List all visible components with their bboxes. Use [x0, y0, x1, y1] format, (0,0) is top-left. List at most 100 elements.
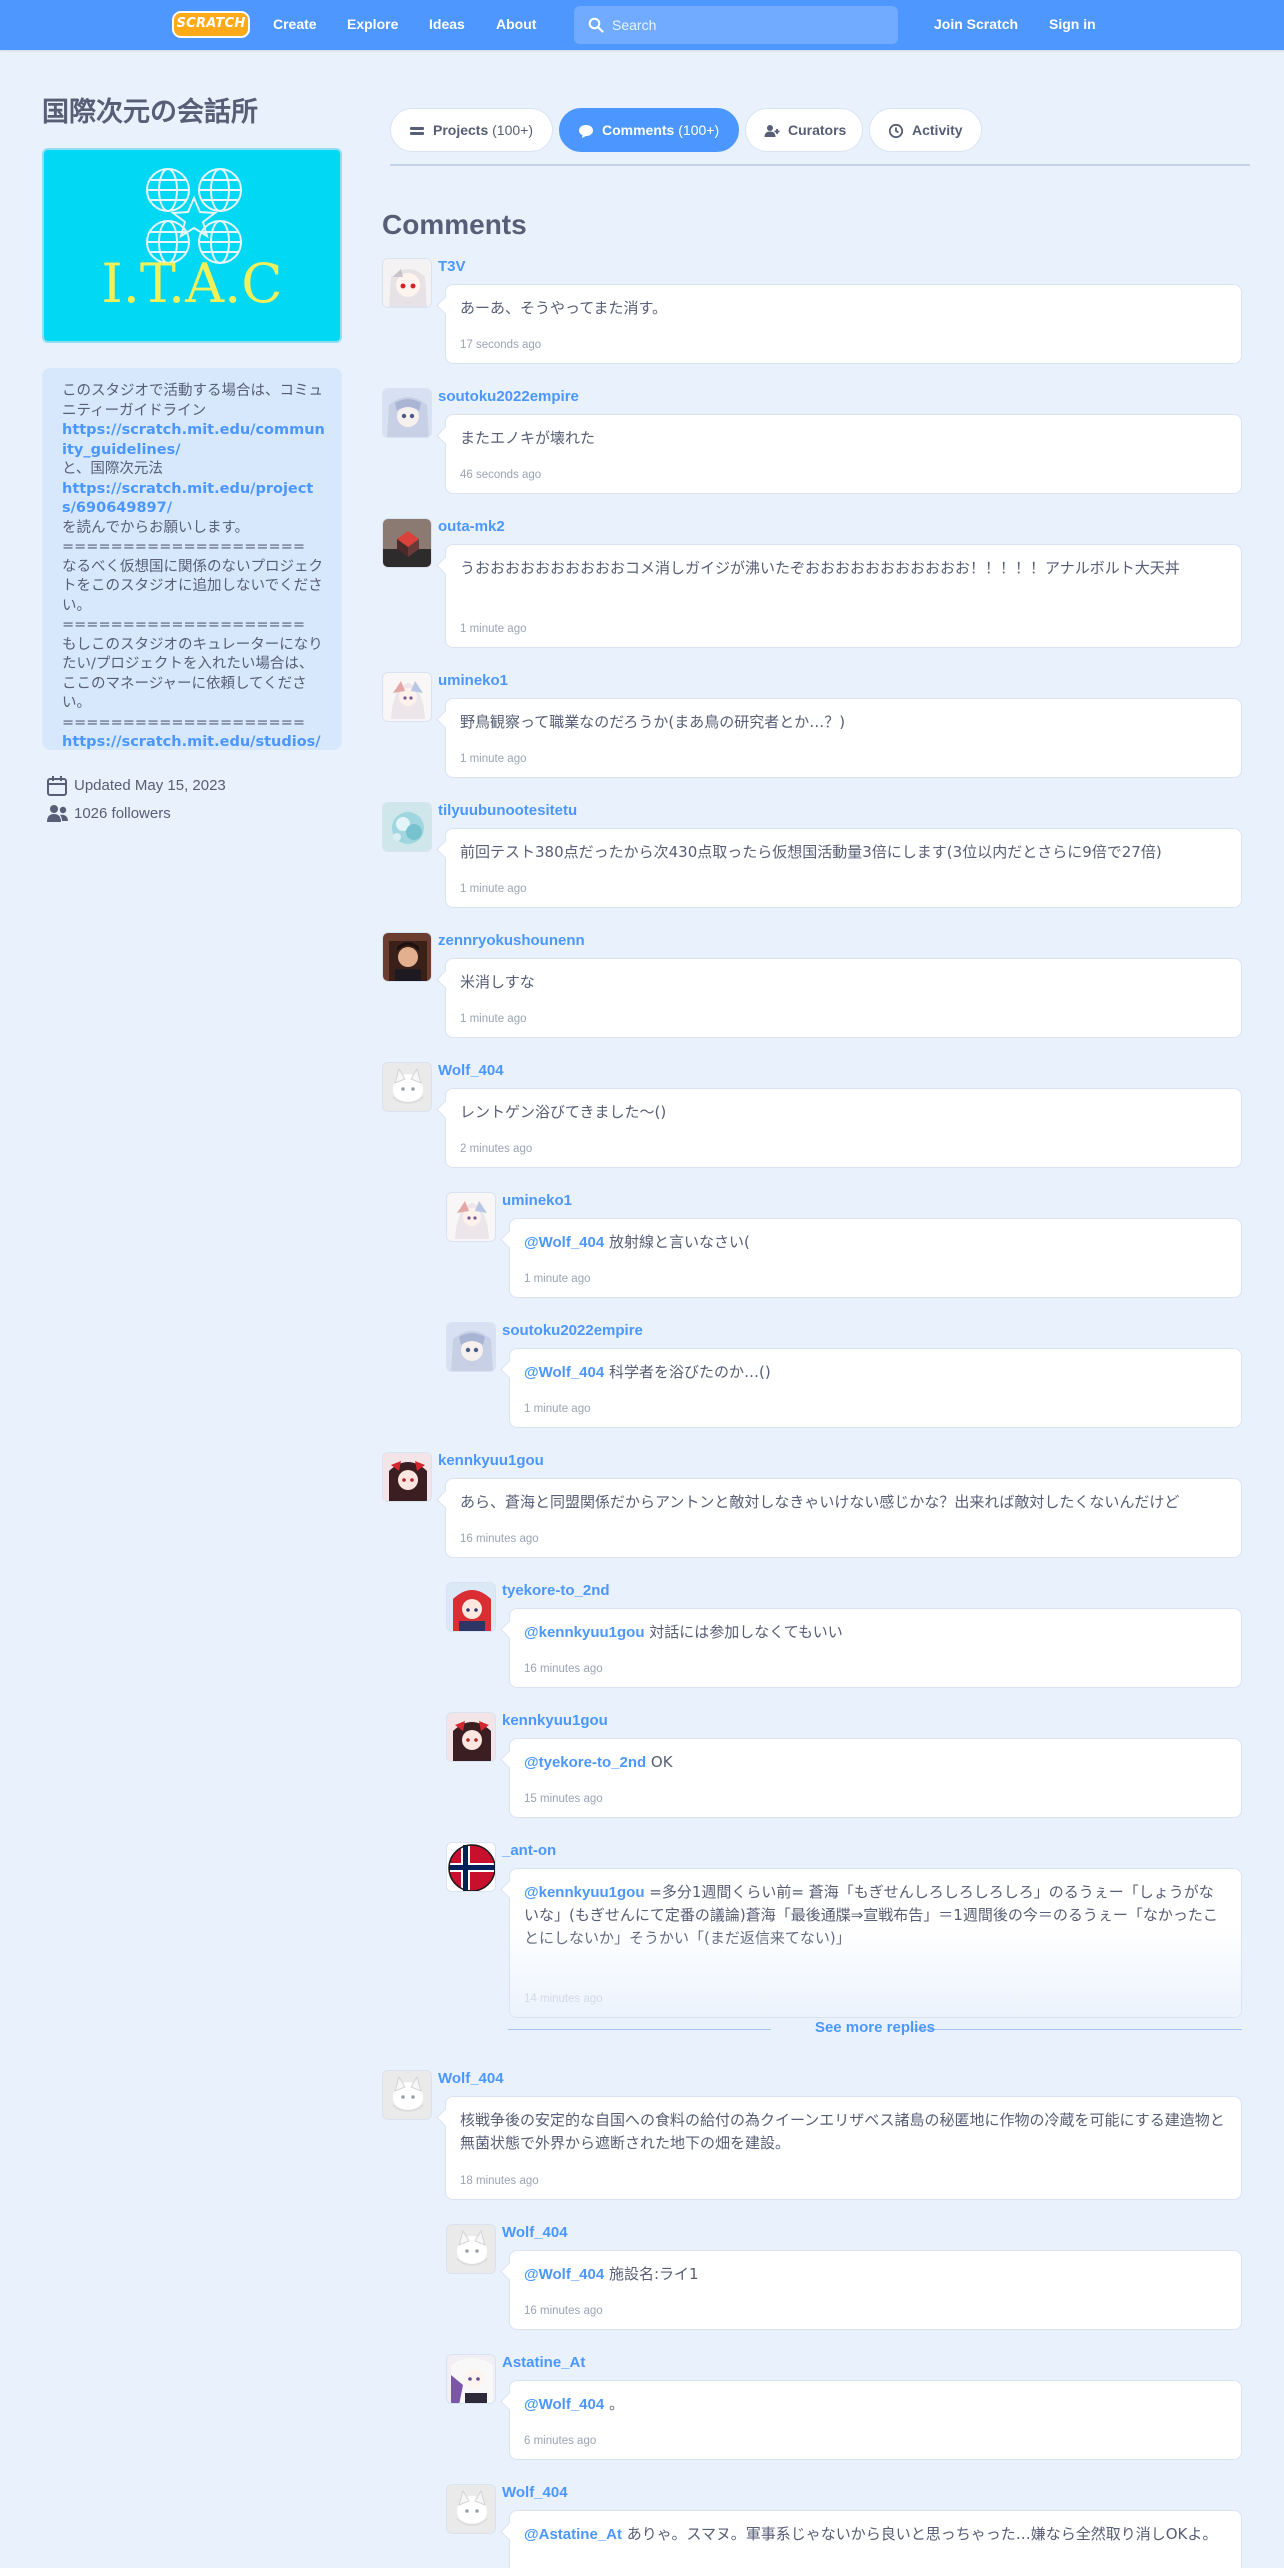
comment-body: うおおおおおおおおおおコメ消しガイジが沸いたぞおおおおおおおおおおお！！！！！ア… — [460, 559, 1180, 577]
mention-link[interactable]: @tyekore-to_2nd — [524, 1754, 646, 1771]
avatar[interactable] — [382, 518, 432, 568]
avatar[interactable] — [446, 1322, 496, 1372]
avatar[interactable] — [446, 2484, 496, 2534]
comment-username[interactable]: Wolf_404 — [502, 2224, 568, 2241]
comment-username[interactable]: kennkyuu1gou — [438, 1452, 544, 1469]
comment-text: @Wolf_404 施設名:ライ1 — [524, 2263, 1227, 2286]
avatar[interactable] — [446, 1712, 496, 1762]
tab-comments-count: (100+) — [678, 122, 720, 138]
comment-time: 18 minutes ago — [460, 2175, 539, 2187]
mention-link[interactable]: @kennkyuu1gou — [524, 1884, 644, 1901]
comment-username[interactable]: outa-mk2 — [438, 518, 505, 535]
nav-create[interactable]: Create — [273, 0, 317, 50]
studio-title: 国際次元の会話所 — [42, 97, 258, 127]
tab-activity-label: Activity — [912, 122, 963, 138]
mention-link[interactable]: @Wolf_404 — [524, 2266, 604, 2283]
avatar[interactable] — [446, 1582, 496, 1632]
scratch-logo[interactable]: SCRATCH — [172, 11, 250, 38]
desc-line: なるべく仮想国に関係のないプロジェクトをこのスタジオに追加しないでください。 — [62, 558, 323, 614]
mention-link[interactable]: @Wolf_404 — [524, 1364, 604, 1381]
mention-link[interactable]: @Wolf_404 — [524, 1234, 604, 1251]
comment-text: 前回テスト380点だったから次430点取ったら仮想国活動量3倍にします(3位以内… — [460, 841, 1227, 864]
desc-divider: ==================== — [62, 539, 305, 555]
avatar[interactable] — [446, 2354, 496, 2404]
comment-username[interactable]: Wolf_404 — [438, 1062, 504, 1079]
comment-bubble: 米消しすな 1 minute ago — [445, 958, 1242, 1038]
nav-explore[interactable]: Explore — [347, 0, 398, 50]
followers-text: 1026 followers — [74, 805, 171, 822]
tab-curators[interactable]: Curators — [745, 108, 863, 152]
studio-link[interactable]: https://scratch.mit.edu/studios/33 — [62, 733, 326, 750]
comment-text: 野鳥観察って職業なのだろうか(まあ鳥の研究者とか…？) — [460, 711, 1227, 734]
avatar[interactable] — [382, 932, 432, 982]
avatar[interactable] — [382, 1452, 432, 1502]
sign-in-link[interactable]: Sign in — [1049, 0, 1096, 50]
comment-text: 米消しすな — [460, 971, 1227, 994]
comment-time: 1 minute ago — [524, 1403, 591, 1415]
nav-ideas[interactable]: Ideas — [429, 0, 465, 50]
top-navbar: SCRATCH Create Explore Ideas About Join … — [0, 0, 1284, 50]
project-link[interactable]: https://scratch.mit.edu/projects/6906498… — [62, 480, 326, 519]
nav-about[interactable]: About — [496, 0, 536, 50]
tab-projects-count: (100+) — [492, 122, 533, 138]
comment-username[interactable]: soutoku2022empire — [502, 1322, 643, 1339]
comment-username[interactable]: tilyuubunootesitetu — [438, 802, 577, 819]
comment-body: あーあ、そうやってまた消す。 — [460, 299, 668, 317]
comment-username[interactable]: Wolf_404 — [502, 2484, 568, 2501]
tab-projects[interactable]: Projects (100+) — [390, 108, 553, 152]
comment-text: @Wolf_404 科学者を浴びたのか…() — [524, 1361, 1227, 1384]
truncation-fade — [510, 1927, 1241, 2017]
comment-time: 46 seconds ago — [460, 469, 542, 481]
comment-item: T3V あーあ、そうやってまた消す。 17 seconds ago — [382, 258, 1242, 368]
comment-username[interactable]: Astatine_At — [502, 2354, 585, 2371]
guidelines-link[interactable]: https://scratch.mit.edu/community_guidel… — [62, 421, 326, 460]
desc-line: このスタジオで活動する場合は、コミュニティーガイドライン — [62, 383, 323, 419]
join-scratch-link[interactable]: Join Scratch — [934, 0, 1018, 50]
comment-item: tyekore-to_2nd @kennkyuu1gou 対話には参加しなくてもい… — [446, 1582, 1242, 1692]
comment-bubble: @Wolf_404 放射線と言いなさい( 1 minute ago — [509, 1218, 1242, 1298]
tab-comments[interactable]: Comments (100+) — [559, 108, 739, 152]
avatar[interactable] — [382, 388, 432, 438]
comment-username[interactable]: umineko1 — [502, 1192, 572, 1209]
avatar[interactable] — [446, 1192, 496, 1242]
avatar[interactable] — [446, 2224, 496, 2274]
thumbnail-text: I.T.A.C — [101, 252, 283, 315]
comment-body: 前回テスト380点だったから次430点取ったら仮想国活動量3倍にします(3位以内… — [460, 843, 1162, 861]
comment-item: soutoku2022empire @Wolf_404 科学者を浴びたのか…() 1… — [446, 1322, 1242, 1432]
comment-item: soutoku2022empire またエノキが壊れた 46 seconds ago — [382, 388, 1242, 498]
comment-username[interactable]: umineko1 — [438, 672, 508, 689]
avatar[interactable] — [382, 1062, 432, 1112]
comment-body: レントゲン浴びてきました〜() — [460, 1103, 667, 1121]
mention-link[interactable]: @Astatine_At — [524, 2526, 622, 2543]
comment-username[interactable]: Wolf_404 — [438, 2070, 504, 2087]
comment-time: 1 minute ago — [524, 1273, 591, 1285]
search-input[interactable] — [612, 12, 882, 38]
tab-activity[interactable]: Activity — [869, 108, 982, 152]
comment-username[interactable]: tyekore-to_2nd — [502, 1582, 610, 1599]
comment-username[interactable]: T3V — [438, 258, 466, 275]
mention-link[interactable]: @Wolf_404 — [524, 2396, 604, 2413]
comment-username[interactable]: zennryokushounenn — [438, 932, 585, 949]
avatar[interactable] — [382, 258, 432, 308]
comment-username[interactable]: kennkyuu1gou — [502, 1712, 608, 1729]
avatar[interactable] — [382, 802, 432, 852]
tab-projects-label: Projects — [433, 122, 489, 138]
comment-item: kennkyuu1gou @tyekore-to_2nd OK 15 minutes… — [446, 1712, 1242, 1822]
avatar[interactable] — [382, 2070, 432, 2120]
comment-text: @tyekore-to_2nd OK — [524, 1751, 1227, 1774]
comment-item: kennkyuu1gou あら、蒼海と同盟関係だからアントンと敵対しなきゃいけない… — [382, 1452, 1242, 1562]
mention-link[interactable]: @kennkyuu1gou — [524, 1624, 644, 1641]
comment-time: 1 minute ago — [460, 883, 527, 895]
avatar[interactable] — [446, 1842, 496, 1892]
see-more-label[interactable]: See more replies — [508, 2019, 1242, 2036]
search-bar[interactable] — [574, 6, 898, 44]
see-more-replies[interactable]: See more replies — [508, 2018, 1242, 2040]
comment-username[interactable]: _ant-on — [502, 1842, 556, 1859]
comment-username[interactable]: soutoku2022empire — [438, 388, 579, 405]
comment-text: @kennkyuu1gou 対話には参加しなくてもいい — [524, 1621, 1227, 1644]
projects-icon — [410, 127, 424, 135]
desc-line: と、国際次元法 — [62, 461, 163, 477]
avatar[interactable] — [382, 672, 432, 722]
comment-bubble: @tyekore-to_2nd OK 15 minutes ago — [509, 1738, 1242, 1818]
comment-text: @Wolf_404 放射線と言いなさい( — [524, 1231, 1227, 1254]
